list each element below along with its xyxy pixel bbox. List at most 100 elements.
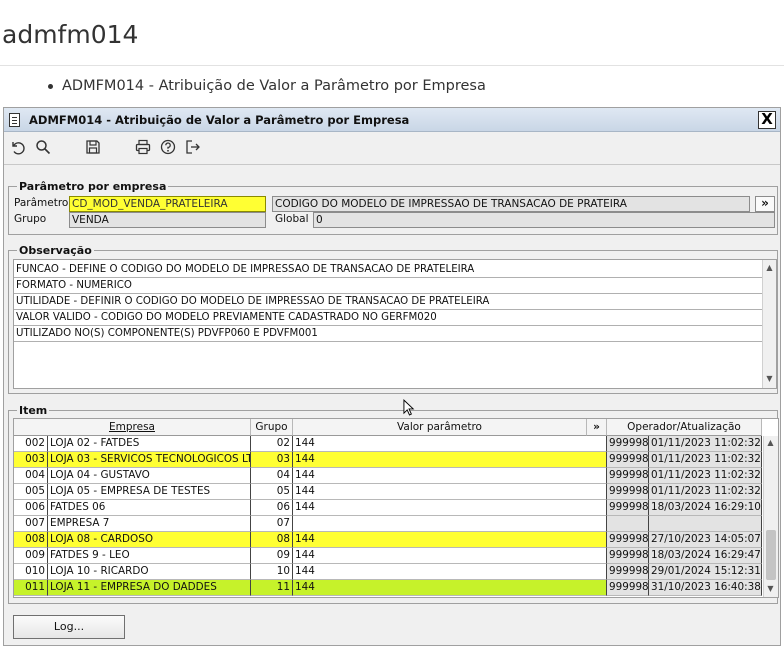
item-legend: Item xyxy=(17,404,50,417)
cell-atualizacao: 31/10/2023 16:40:38 xyxy=(649,580,762,596)
title-divider xyxy=(0,65,784,66)
observacao-line: UTILIDADE - DEFINIR O CODIGO DO MODELO D… xyxy=(14,294,762,310)
cell-atualizacao xyxy=(649,516,762,532)
cell-empresa: FATDES 06 xyxy=(48,500,251,516)
page: admfm014 ADMFM014 - Atribuição de Valor … xyxy=(0,0,784,646)
cell-grupo: 06 xyxy=(251,500,293,516)
cell-valor[interactable]: 144 xyxy=(293,468,607,484)
cell-operador: 999998 xyxy=(607,436,649,452)
observacao-line: FORMATO - NUMERICO xyxy=(14,278,762,294)
observacao-line: UTILIZADO NO(S) COMPONENTE(S) PDVFP060 E… xyxy=(14,326,762,342)
table-row[interactable]: 006 FATDES 06 06 144 999998 18/03/2024 16:29:… xyxy=(14,500,764,516)
mouse-cursor-icon xyxy=(403,399,415,416)
cell-atualizacao: 18/03/2024 16:29:10 xyxy=(649,500,762,516)
grupo-field: VENDA xyxy=(69,212,266,228)
toolbar-divider xyxy=(4,164,780,165)
observacao-textarea[interactable]: FUNCAO - DEFINE O CODIGO DO MODELO DE IM… xyxy=(13,259,777,389)
cell-atualizacao: 29/01/2024 15:12:31 xyxy=(649,564,762,580)
help-icon[interactable] xyxy=(160,139,176,155)
cell-valor[interactable] xyxy=(293,516,607,532)
cell-grupo: 08 xyxy=(251,532,293,548)
table-row[interactable]: 008 LOJA 08 - CARDOSO 08 144 999998 27/10/202… xyxy=(14,532,764,548)
cell-operador: 999998 xyxy=(607,484,649,500)
cell-valor[interactable]: 144 xyxy=(293,548,607,564)
item-scrollbar[interactable]: ▲ ▼ xyxy=(763,436,778,597)
column-header-empresa[interactable]: Empresa xyxy=(14,419,251,436)
log-button[interactable]: Log... xyxy=(13,615,125,639)
cell-grupo: 09 xyxy=(251,548,293,564)
cell-valor[interactable]: 144 xyxy=(293,484,607,500)
table-row[interactable]: 010 LOJA 10 - RICARDO 10 144 999998 29/01/202… xyxy=(14,564,764,580)
table-row[interactable]: 007 EMPRESA 7 07 xyxy=(14,516,764,532)
observacao-group: Observação FUNCAO - DEFINE O CODIGO DO M… xyxy=(8,244,778,394)
search-icon[interactable] xyxy=(35,139,51,155)
table-row[interactable]: 004 LOJA 04 - GUSTAVO 04 144 999998 01/11/202… xyxy=(14,468,764,484)
cell-code: 007 xyxy=(14,516,48,532)
cell-grupo: 10 xyxy=(251,564,293,580)
cell-valor[interactable]: 144 xyxy=(293,500,607,516)
cell-empresa: LOJA 05 - EMPRESA DE TESTES xyxy=(48,484,251,500)
table-row[interactable]: 002 LOJA 02 - FATDES 02 144 999998 01/11/2023… xyxy=(14,436,764,452)
cell-empresa: FATDES 9 - LEO xyxy=(48,548,251,564)
bullet-dot xyxy=(48,84,53,89)
table-row[interactable]: 011 LOJA 11 - EMPRESA DO DADDES 11 144 99999… xyxy=(14,580,764,596)
cell-code: 002 xyxy=(14,436,48,452)
global-label: Global xyxy=(275,213,309,225)
param-field[interactable]: CD_MOD_VENDA_PRATELEIRA xyxy=(69,196,266,212)
scroll-up-icon[interactable]: ▲ xyxy=(766,438,775,448)
cell-valor[interactable]: 144 xyxy=(293,580,607,596)
cell-operador: 999998 xyxy=(607,452,649,468)
save-icon[interactable] xyxy=(85,139,101,155)
cell-atualizacao: 01/11/2023 11:02:32 xyxy=(649,468,762,484)
cell-valor[interactable]: 144 xyxy=(293,452,607,468)
cell-operador: 999998 xyxy=(607,532,649,548)
cell-valor[interactable]: 144 xyxy=(293,436,607,452)
cell-atualizacao: 27/10/2023 14:05:07 xyxy=(649,532,762,548)
cell-empresa: LOJA 08 - CARDOSO xyxy=(48,532,251,548)
cell-valor[interactable]: 144 xyxy=(293,564,607,580)
table-row[interactable]: 003 LOJA 03 - SERVICOS TECNOLOGICOS LTDA 0… xyxy=(14,452,764,468)
cell-code: 008 xyxy=(14,532,48,548)
cell-atualizacao: 18/03/2024 16:29:47 xyxy=(649,548,762,564)
toolbar xyxy=(4,133,780,161)
param-more-button[interactable]: » xyxy=(755,196,775,212)
undo-icon[interactable] xyxy=(9,139,25,155)
cell-atualizacao: 01/11/2023 11:02:32 xyxy=(649,484,762,500)
observacao-legend: Observação xyxy=(17,244,94,257)
observacao-line: VALOR VALIDO - CODIGO DO MODELO PREVIAME… xyxy=(14,310,762,326)
scroll-thumb[interactable] xyxy=(766,530,776,580)
cell-empresa: LOJA 03 - SERVICOS TECNOLOGICOS LTDA xyxy=(48,452,251,468)
bullet-item: ADMFM014 - Atribuição de Valor a Parâmet… xyxy=(62,78,486,94)
cell-grupo: 02 xyxy=(251,436,293,452)
global-field: 0 xyxy=(313,212,775,228)
cell-valor[interactable]: 144 xyxy=(293,532,607,548)
cell-code: 009 xyxy=(14,548,48,564)
table-row[interactable]: 005 LOJA 05 - EMPRESA DE TESTES 05 144 99999… xyxy=(14,484,764,500)
close-button[interactable]: X xyxy=(758,111,776,129)
table-row[interactable]: 009 FATDES 9 - LEO 09 144 999998 18/03/2024 1… xyxy=(14,548,764,564)
param-description-field: CODIGO DO MODELO DE IMPRESSAO DE TRANSAC… xyxy=(272,196,750,212)
exit-icon[interactable] xyxy=(185,139,201,155)
observacao-scrollbar[interactable]: ▲ ▼ xyxy=(762,260,776,388)
cell-code: 005 xyxy=(14,484,48,500)
scroll-up-icon[interactable]: ▲ xyxy=(765,263,774,273)
column-header-empresa-label: Empresa xyxy=(109,421,155,433)
cell-empresa: LOJA 10 - RICARDO xyxy=(48,564,251,580)
column-header-grupo[interactable]: Grupo xyxy=(251,419,293,436)
scroll-down-icon[interactable]: ▼ xyxy=(766,584,775,594)
print-icon[interactable] xyxy=(135,139,151,155)
window-title: ADMFM014 - Atribuição de Valor a Parâmet… xyxy=(29,113,410,127)
cell-atualizacao: 01/11/2023 11:02:32 xyxy=(649,452,762,468)
column-header-more-button[interactable]: » xyxy=(587,419,607,436)
cell-empresa: LOJA 04 - GUSTAVO xyxy=(48,468,251,484)
cell-grupo: 07 xyxy=(251,516,293,532)
cell-grupo: 05 xyxy=(251,484,293,500)
scroll-down-icon[interactable]: ▼ xyxy=(765,374,774,384)
column-header-valor[interactable]: Valor parâmetro xyxy=(293,419,587,436)
cell-operador: 999998 xyxy=(607,580,649,596)
page-title: admfm014 xyxy=(2,20,139,49)
cell-grupo: 11 xyxy=(251,580,293,596)
cell-code: 004 xyxy=(14,468,48,484)
column-header-operador[interactable]: Operador/Atualização xyxy=(607,419,762,436)
cell-code: 010 xyxy=(14,564,48,580)
